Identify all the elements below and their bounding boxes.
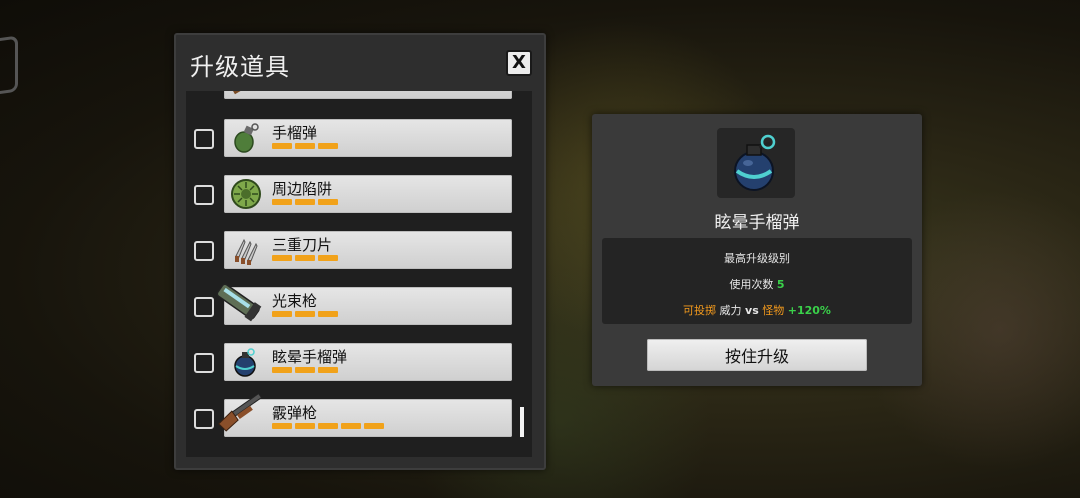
- max-level-text: 最高升级级别: [724, 252, 790, 265]
- level-bars: [272, 311, 338, 317]
- item-name: 周边陷阱: [272, 180, 333, 198]
- level-bars: [272, 423, 384, 429]
- hold-to-upgrade-button[interactable]: 按住升级: [647, 339, 867, 371]
- uses-line: 使用次数 5: [602, 276, 912, 292]
- grenade-icon: [228, 121, 264, 155]
- item-card[interactable]: 霰弹枪: [218, 392, 512, 437]
- level-bars: [272, 199, 338, 205]
- item-card[interactable]: 光束枪: [216, 283, 512, 325]
- level-bars: [272, 255, 338, 261]
- hud-hex-frame: [0, 35, 18, 97]
- panel-title: 升级道具: [190, 53, 290, 81]
- list-item[interactable]: 眩晕手榴弹: [186, 343, 532, 383]
- item-checkbox[interactable]: [194, 409, 214, 429]
- item-card[interactable]: 周边陷阱: [224, 175, 512, 213]
- item-checkbox[interactable]: [194, 241, 214, 261]
- rifle-icon: [228, 91, 264, 97]
- spiked-trap-icon: [228, 177, 264, 211]
- item-name: 手榴弹: [272, 124, 318, 142]
- close-button[interactable]: X: [506, 50, 532, 76]
- power-label: 威力: [719, 304, 742, 317]
- item-checkbox[interactable]: [194, 297, 214, 317]
- list-item[interactable]: 周边陷阱: [186, 175, 532, 215]
- level-bars: [272, 143, 338, 149]
- item-card[interactable]: [224, 91, 512, 99]
- uses-value: 5: [776, 278, 785, 291]
- beam-gun-icon: [214, 279, 264, 325]
- list-item[interactable]: 光束枪: [186, 283, 532, 327]
- item-card[interactable]: 手榴弹: [224, 119, 512, 157]
- item-name: 光束枪: [272, 292, 318, 310]
- item-checkbox[interactable]: [194, 353, 214, 373]
- item-name: 霰弹枪: [272, 404, 318, 422]
- triple-blade-icon: [228, 233, 264, 267]
- item-list[interactable]: 手榴弹 周边陷阱 三重刀片 光束枪 眩晕手榴弹 霰弹枪: [186, 91, 532, 457]
- upgrade-items-panel: 升级道具 X 手榴弹 周边陷阱 三重刀片 光束枪 眩晕手榴弹 霰弹枪: [174, 33, 546, 470]
- vs-label: vs: [745, 304, 759, 317]
- item-name: 眩晕手榴弹: [272, 348, 348, 366]
- stats-box: 最高升级级别 使用次数 5 可投掷 威力 vs 怪物 +120%: [602, 238, 912, 324]
- power-bonus: +120%: [787, 304, 831, 317]
- stun-grenade-icon: [228, 345, 264, 379]
- power-line: 可投掷 威力 vs 怪物 +120%: [602, 302, 912, 318]
- list-item[interactable]: 三重刀片: [186, 231, 532, 271]
- item-name: 三重刀片: [272, 236, 333, 254]
- stun-grenade-icon: [717, 128, 795, 198]
- uses-label: 使用次数: [729, 278, 774, 291]
- shotgun-icon: [214, 387, 268, 437]
- item-card[interactable]: 三重刀片: [224, 231, 512, 269]
- level-bars: [272, 367, 338, 373]
- throwable-tag: 可投掷: [683, 304, 717, 317]
- item-checkbox[interactable]: [194, 185, 214, 205]
- list-item[interactable]: [186, 91, 532, 101]
- detail-item-name: 眩晕手榴弹: [714, 213, 800, 233]
- list-item[interactable]: 手榴弹: [186, 119, 532, 159]
- list-item[interactable]: 霰弹枪: [186, 392, 532, 439]
- item-detail-panel: 眩晕手榴弹 最高升级级别 使用次数 5 可投掷 威力 vs 怪物 +120% 按…: [592, 114, 922, 386]
- monster-tag: 怪物: [762, 304, 785, 317]
- item-checkbox[interactable]: [194, 129, 214, 149]
- item-card[interactable]: 眩晕手榴弹: [224, 343, 512, 381]
- scrollbar-thumb[interactable]: [520, 407, 524, 437]
